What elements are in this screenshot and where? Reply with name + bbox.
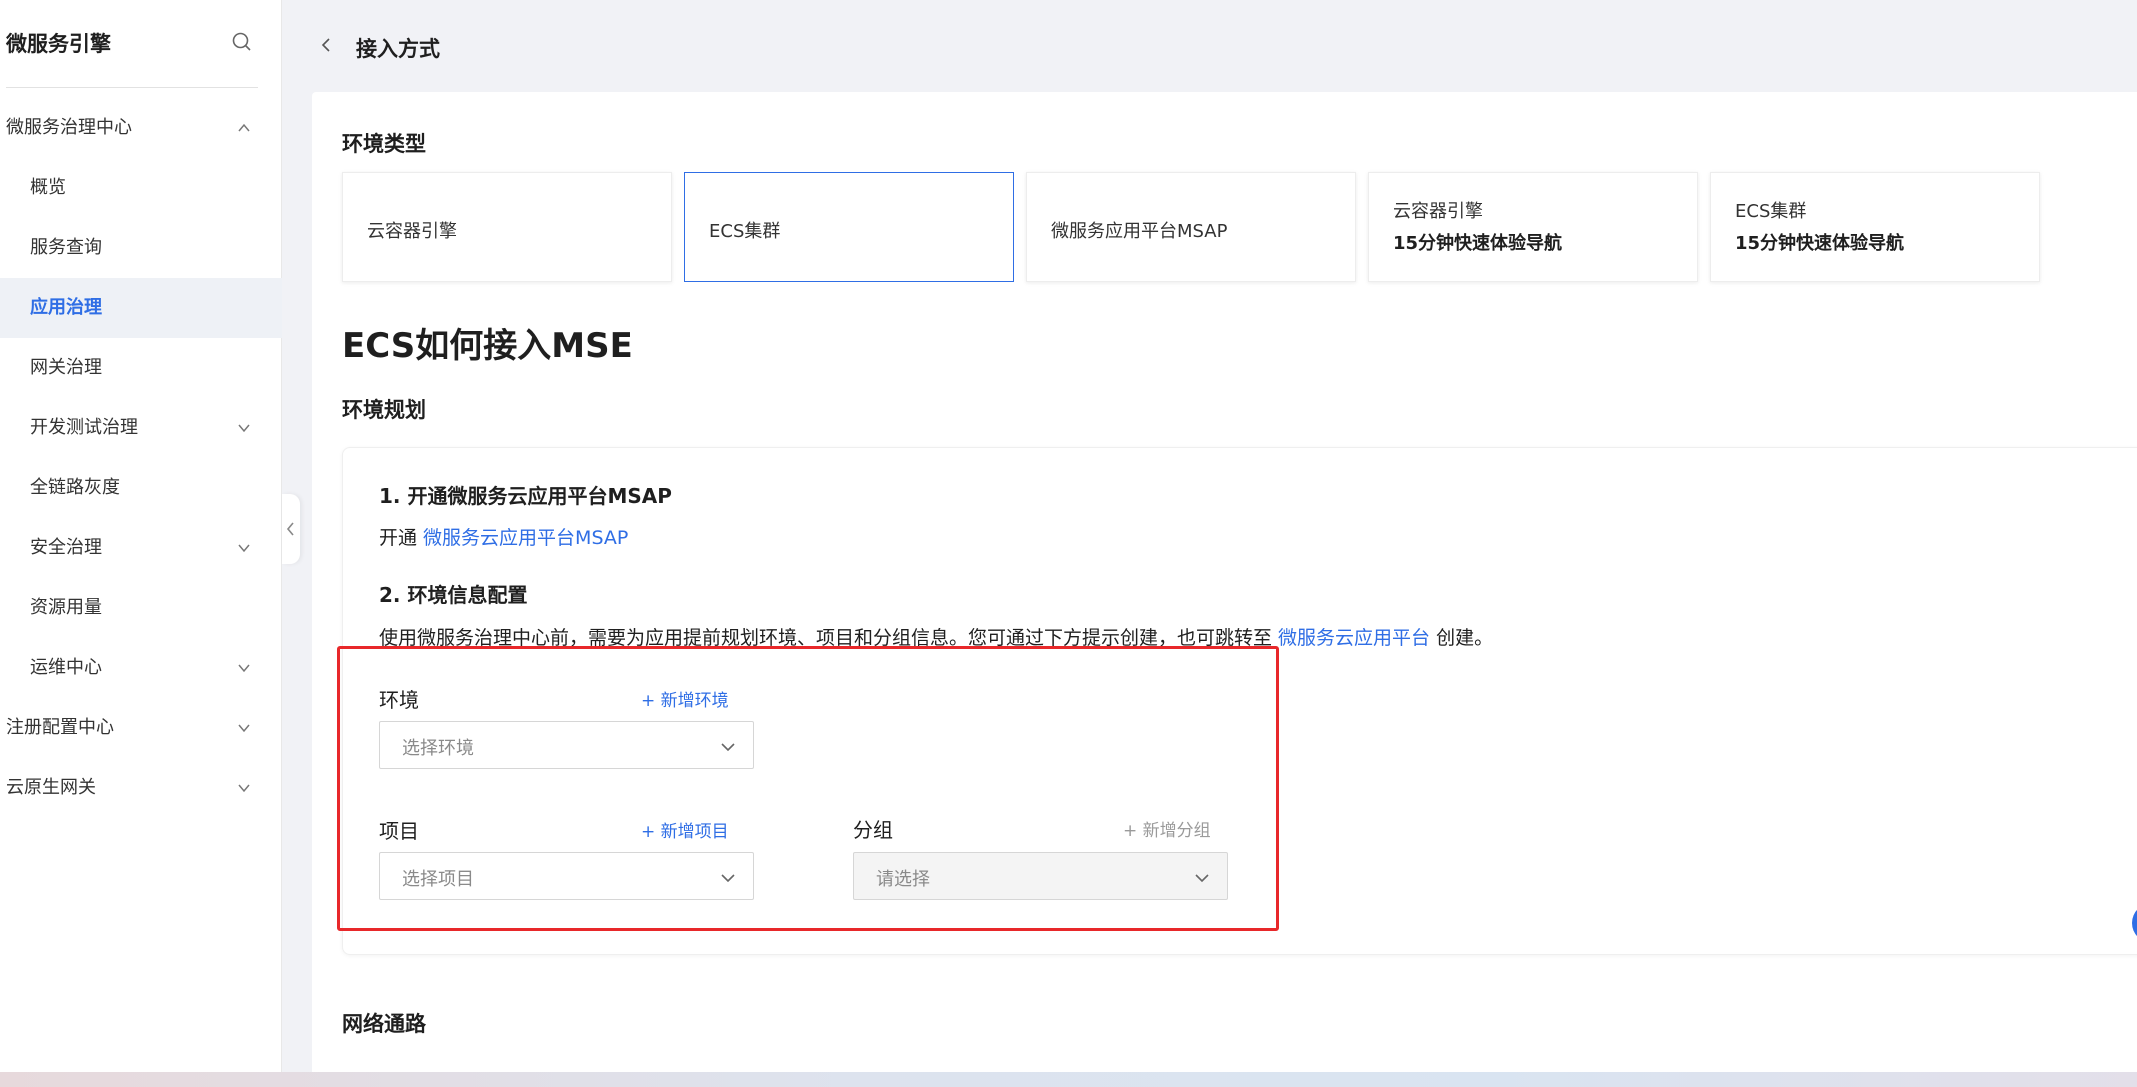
sidebar-item-label: 概览 <box>30 177 66 198</box>
chevron-down-icon <box>238 544 250 553</box>
env-card-title: 云容器引擎 <box>367 221 457 242</box>
group-label: 分组 <box>853 818 893 842</box>
project-select[interactable]: 选择项目 <box>379 852 754 900</box>
main-heading: ECS如何接入MSE <box>342 326 633 366</box>
msap-platform-link[interactable]: 微服务云应用平台 <box>1278 627 1430 649</box>
env-card-title: ECS集群 <box>709 221 781 242</box>
group-select-placeholder: 请选择 <box>876 869 930 890</box>
step1-prefix: 开通 <box>379 527 424 549</box>
step2-text: 使用微服务治理中心前，需要为应用提前规划环境、项目和分组信息。您可通过下方提示创… <box>379 623 1493 650</box>
env-card-ecs-guide[interactable]: ECS集群 15分钟快速体验导航 <box>1710 172 2040 282</box>
env-card-msap[interactable]: 微服务应用平台MSAP <box>1026 172 1356 282</box>
env-type-title: 环境类型 <box>342 132 426 156</box>
env-plan-box: 1. 开通微服务云应用平台MSAP 开通 微服务云应用平台MSAP 2. 环境信… <box>342 447 2137 955</box>
env-label: 环境 <box>379 688 419 712</box>
msap-link[interactable]: 微服务云应用平台MSAP <box>423 527 628 549</box>
step2-suffix: 创建。 <box>1430 627 1494 649</box>
chevron-left-icon <box>286 522 294 536</box>
env-card-ecs-cluster[interactable]: ECS集群 <box>684 172 1014 282</box>
env-plan-title: 环境规划 <box>342 398 426 422</box>
project-select-placeholder: 选择项目 <box>402 869 474 890</box>
env-card-container-engine-guide[interactable]: 云容器引擎 15分钟快速体验导航 <box>1368 172 1698 282</box>
step2-description: 使用微服务治理中心前，需要为应用提前规划环境、项目和分组信息。您可通过下方提示创… <box>379 627 1279 649</box>
chevron-down-icon <box>238 784 250 793</box>
back-icon[interactable] <box>318 36 336 54</box>
brand-title: 微服务引擎 <box>6 32 111 56</box>
sidebar-item-label: 开发测试治理 <box>30 417 138 438</box>
step1-title: 1. 开通微服务云应用平台MSAP <box>379 484 672 508</box>
sidebar-item-label: 资源用量 <box>30 597 102 618</box>
sidebar-item-label: 应用治理 <box>30 297 102 318</box>
env-card-title: 云容器引擎 <box>1393 201 1483 222</box>
main-panel: 环境类型 云容器引擎 ECS集群 微服务应用平台MSAP 云容器引擎 15分钟快… <box>312 92 2137 1072</box>
add-project-button[interactable]: + 新增项目 <box>641 817 729 842</box>
network-title: 网络通路 <box>342 1012 426 1036</box>
sidebar-item[interactable]: 资源用量 <box>0 578 282 638</box>
brand-divider <box>6 87 258 88</box>
page-title: 接入方式 <box>356 37 440 61</box>
sidebar-item-label: 服务查询 <box>30 237 102 258</box>
chevron-down-icon <box>721 743 735 752</box>
env-card-title: 微服务应用平台MSAP <box>1051 221 1228 242</box>
sidebar-item-label: 微服务治理中心 <box>6 117 132 138</box>
sidebar-item[interactable]: 注册配置中心 <box>0 698 282 758</box>
env-select-placeholder: 选择环境 <box>402 738 474 759</box>
sidebar-item[interactable]: 网关治理 <box>0 338 282 398</box>
sidebar-nav: 微服务治理中心概览服务查询应用治理网关治理开发测试治理 全链路灰度安全治理资源用量… <box>0 98 282 818</box>
group-select[interactable]: 请选择 <box>853 852 1228 900</box>
sidebar-item[interactable]: 云原生网关 <box>0 758 282 818</box>
project-label: 项目 <box>379 819 419 843</box>
chevron-down-icon <box>238 424 250 433</box>
sidebar-item-label: 运维中心 <box>30 657 102 678</box>
chevron-up-icon <box>238 123 250 132</box>
sidebar: 微服务引擎 微服务治理中心概览服务查询应用治理网关治理开发测试治理 全链路灰度安全… <box>0 0 282 1072</box>
step2-title: 2. 环境信息配置 <box>379 583 528 607</box>
sidebar-item-label: 云原生网关 <box>6 777 96 798</box>
step1-text: 开通 微服务云应用平台MSAP <box>379 523 628 550</box>
search-icon[interactable] <box>230 30 254 54</box>
env-card-container-engine[interactable]: 云容器引擎 <box>342 172 672 282</box>
chevron-down-icon <box>721 874 735 883</box>
chevron-down-icon <box>238 664 250 673</box>
chevron-down-icon <box>238 724 250 733</box>
env-card-subtitle: 15分钟快速体验导航 <box>1393 233 1563 254</box>
sidebar-item[interactable]: 安全治理 <box>0 518 282 578</box>
sidebar-item[interactable]: 开发测试治理 <box>0 398 282 458</box>
add-group-button[interactable]: + 新增分组 <box>1123 816 1211 841</box>
sidebar-collapse-toggle[interactable] <box>282 494 300 564</box>
sidebar-item[interactable]: 应用治理 <box>0 278 282 338</box>
sidebar-item[interactable]: 全链路灰度 <box>0 458 282 518</box>
sidebar-item-label: 注册配置中心 <box>6 717 114 738</box>
add-env-button[interactable]: + 新增环境 <box>641 686 729 711</box>
sidebar-item-label: 全链路灰度 <box>30 477 120 498</box>
env-card-subtitle: 15分钟快速体验导航 <box>1735 233 1905 254</box>
sidebar-item[interactable]: 概览 <box>0 158 282 218</box>
taskbar-strip <box>0 1072 2137 1087</box>
sidebar-item[interactable]: 服务查询 <box>0 218 282 278</box>
sidebar-item[interactable]: 微服务治理中心 <box>0 98 282 158</box>
env-select[interactable]: 选择环境 <box>379 721 754 769</box>
env-card-title: ECS集群 <box>1735 201 1807 222</box>
sidebar-item-label: 安全治理 <box>30 537 102 558</box>
chevron-down-icon <box>1195 874 1209 883</box>
sidebar-item[interactable]: 运维中心 <box>0 638 282 698</box>
sidebar-item-label: 网关治理 <box>30 357 102 378</box>
